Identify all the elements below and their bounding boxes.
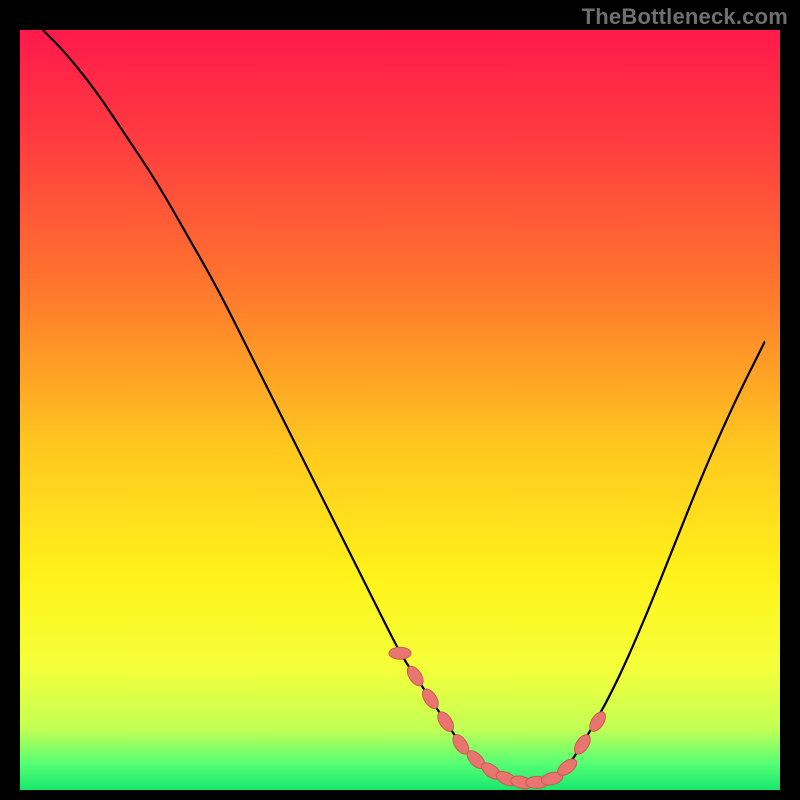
plot-area [20,30,780,790]
chart-svg [20,30,780,790]
watermark-text: TheBottleneck.com [582,4,788,30]
chart-frame: TheBottleneck.com [0,0,800,800]
marker-point [389,647,411,659]
gradient-rect [20,30,780,790]
